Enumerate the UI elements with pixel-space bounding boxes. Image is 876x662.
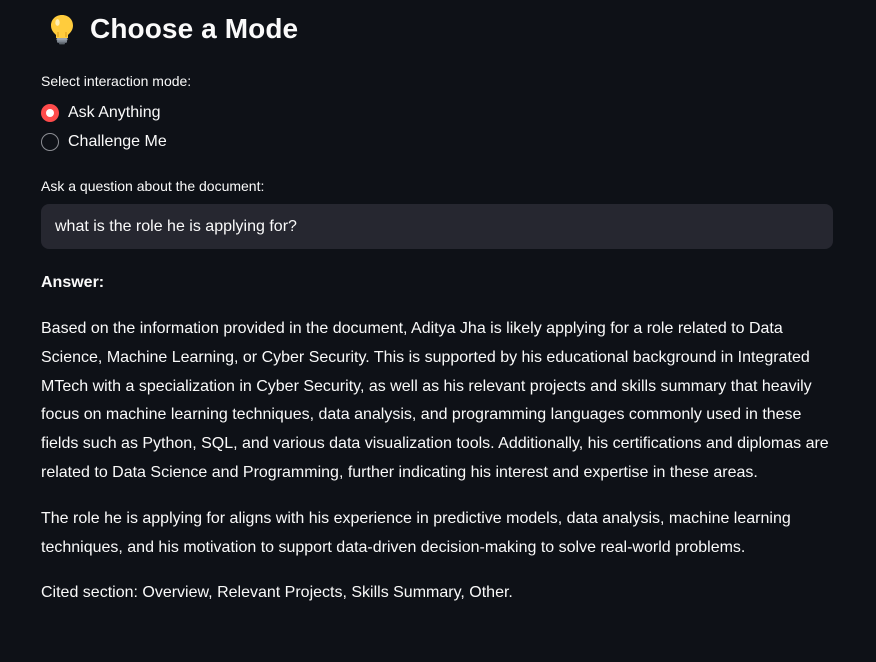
question-input-value: what is the role he is applying for? <box>55 217 297 235</box>
radio-unselected-icon[interactable] <box>41 132 59 151</box>
page-title: Choose a Mode <box>90 13 299 44</box>
mode-label: Select interaction mode: <box>41 73 192 89</box>
answer-paragraph: Based on the information provided in the… <box>41 320 829 481</box>
radio-option-challenge-me[interactable]: Challenge Me <box>41 127 833 156</box>
question-label: Ask a question about the document: <box>41 178 265 194</box>
cited-sections: Cited section: Overview, Relevant Projec… <box>41 584 513 602</box>
answer-paragraph: The role he is applying for aligns with … <box>41 509 791 556</box>
answer-heading: Answer: <box>41 274 105 291</box>
radio-label-challenge-me: Challenge Me <box>68 132 167 150</box>
question-input[interactable]: what is the role he is applying for? <box>41 204 833 249</box>
radio-option-ask-anything[interactable]: Ask Anything <box>41 98 833 127</box>
mode-radio-group: Ask Anything Challenge Me <box>41 98 833 156</box>
app-page: Choose a Mode Select interaction mode: A… <box>0 0 876 662</box>
lightbulb-icon <box>48 13 76 45</box>
page-header: Choose a Mode <box>41 0 833 58</box>
radio-label-ask-anything: Ask Anything <box>68 103 161 121</box>
radio-selected-icon[interactable] <box>41 103 59 122</box>
